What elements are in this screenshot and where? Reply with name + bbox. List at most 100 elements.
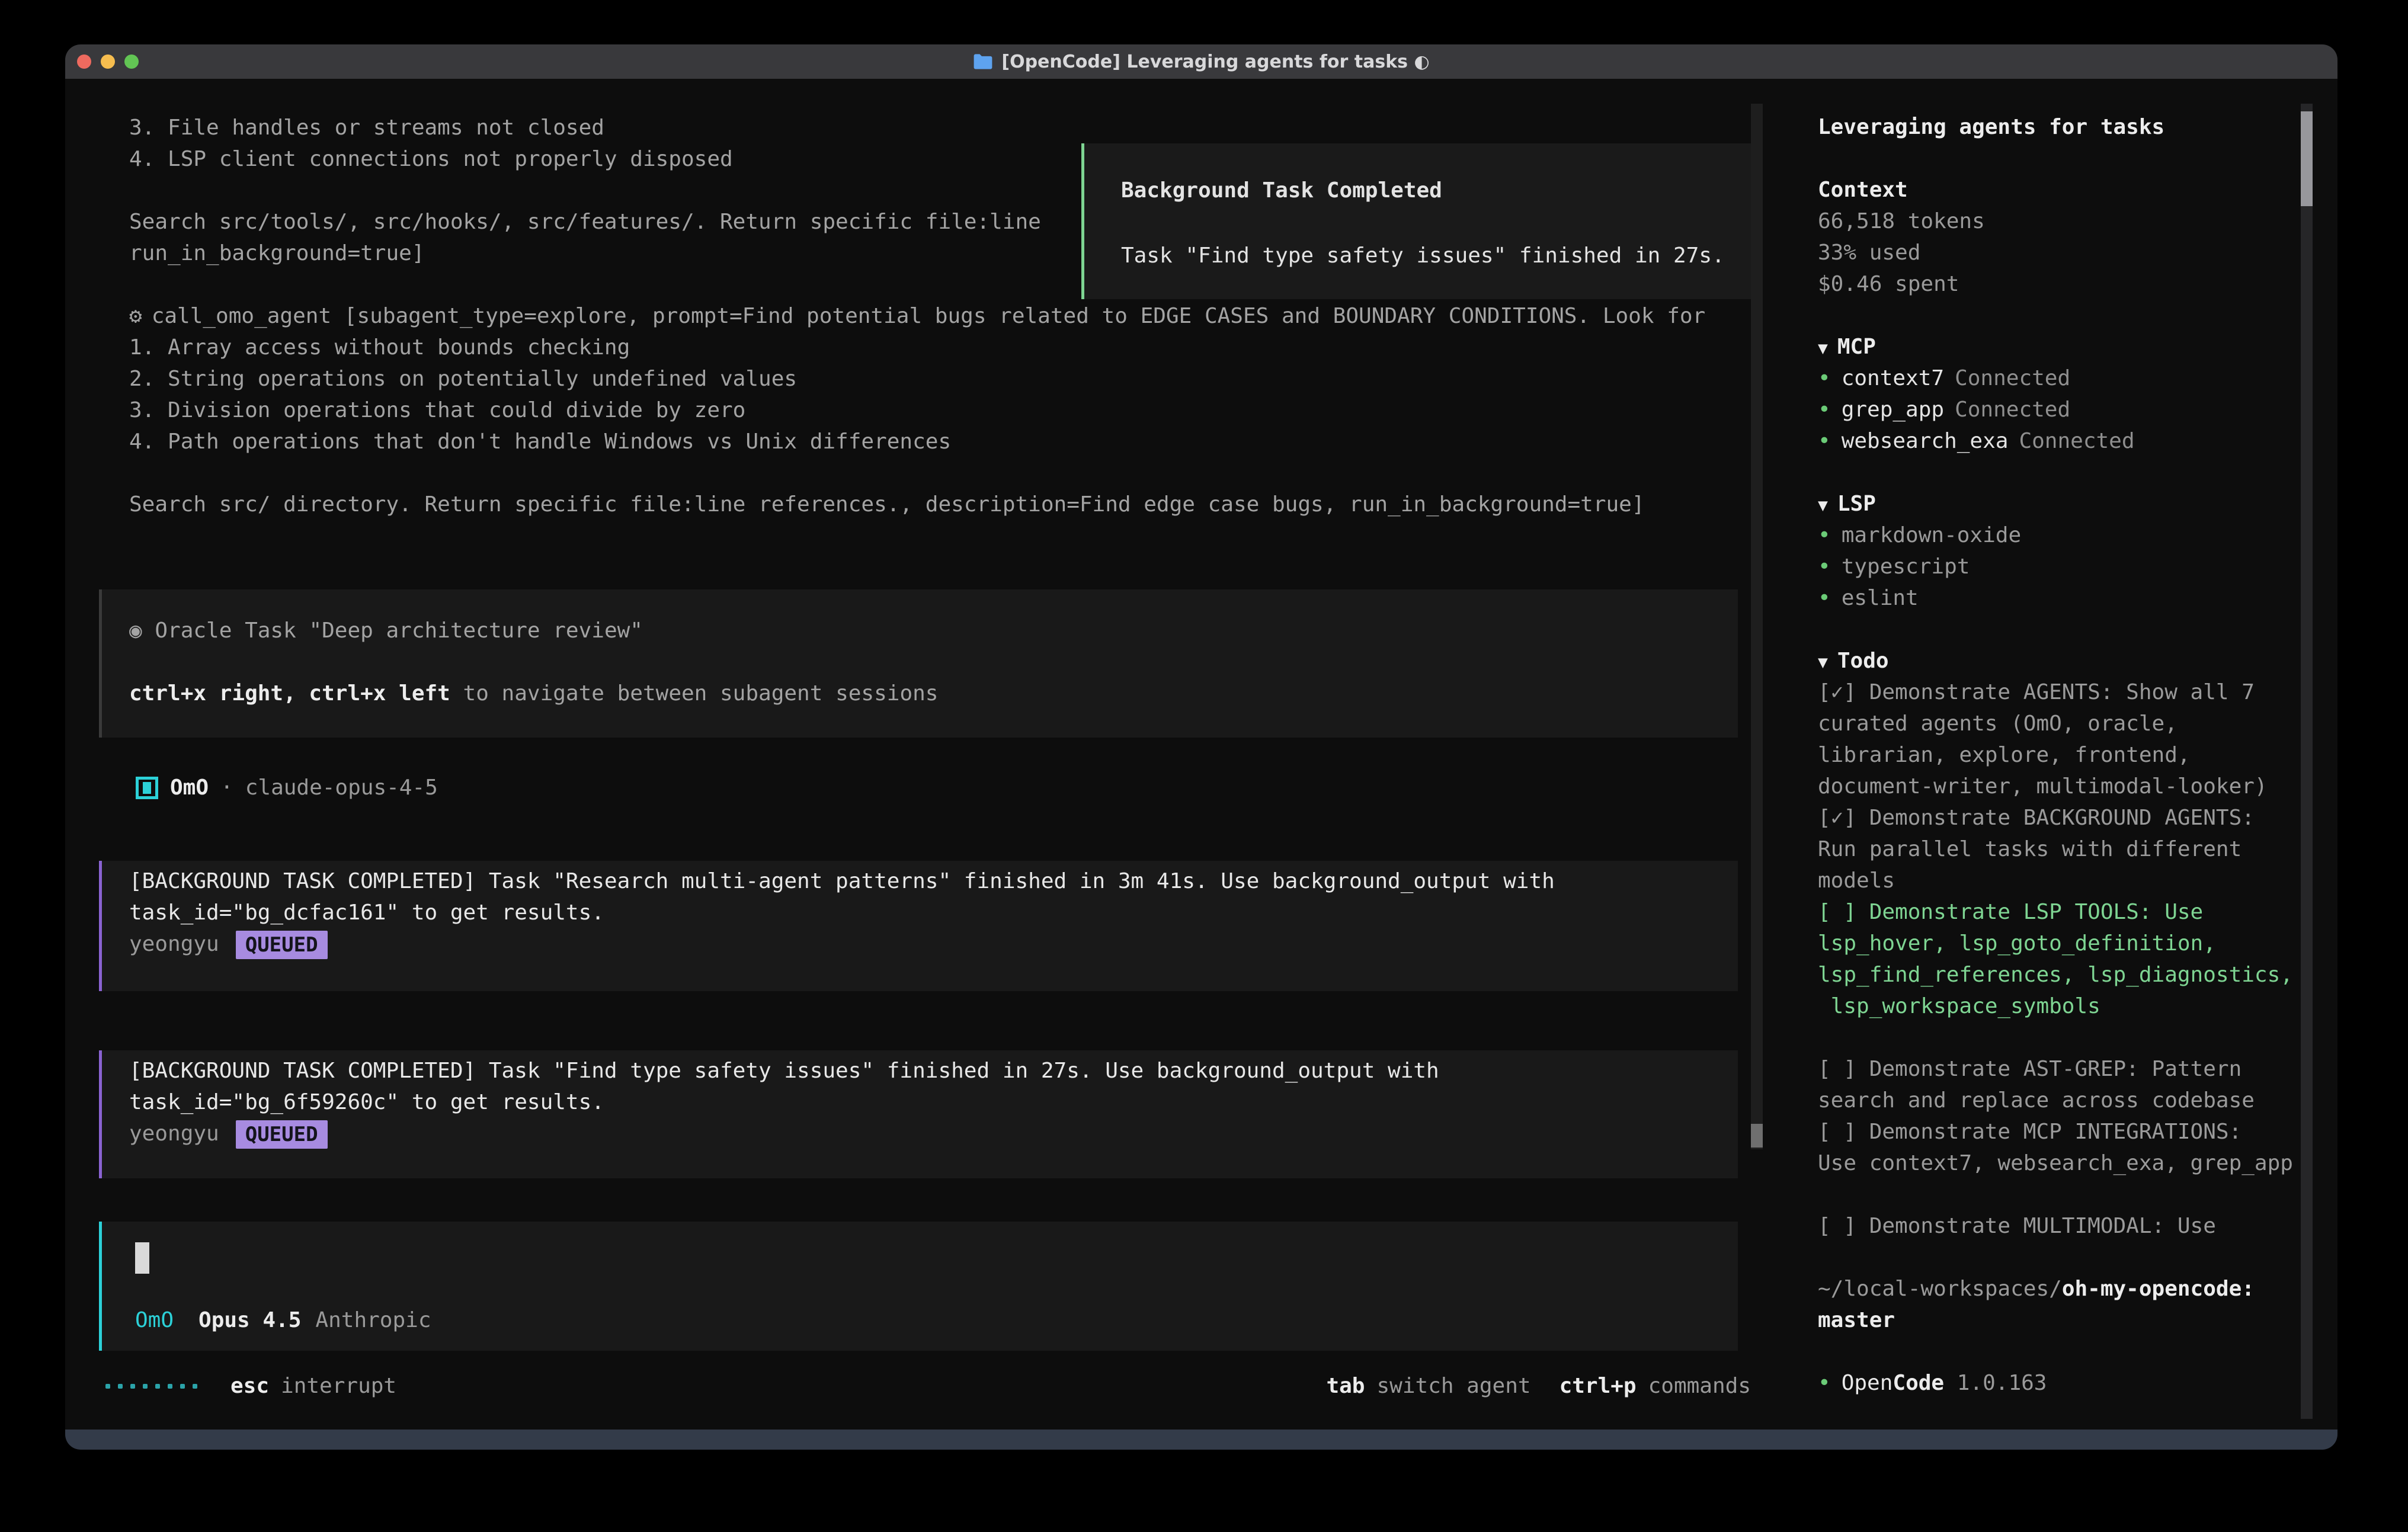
zoom-button[interactable] (124, 55, 139, 69)
text-cursor (135, 1242, 149, 1274)
chevron-down-icon: ▼ (1818, 495, 1828, 515)
lsp-item: •markdown-oxide (1818, 520, 2316, 551)
status-dot-icon: • (1818, 555, 1831, 579)
desktop: { "titlebar": {"title": "[OpenCode] Leve… (0, 0, 2408, 1532)
terminal-line: 3. Division operations that could divide… (129, 395, 1705, 426)
task-message-line: task_id="bg_6f59260c" to get results. (129, 1086, 1738, 1118)
todo-item-active: lsp_workspace_symbols (1818, 991, 2316, 1022)
status-dot-icon: • (1818, 1371, 1831, 1395)
sidebar-scrollbar-track[interactable] (2301, 104, 2313, 1419)
version-line: •OpenCode 1.0.163 (1818, 1367, 2316, 1399)
tab-hint: tab switch agent (1326, 1374, 1530, 1398)
opencode-terminal-window: [OpenCode] Leveraging agents for tasks ◐… (65, 44, 2337, 1450)
separator-dot: · (220, 774, 233, 802)
task-message-meta: yeongyu QUEUED (129, 1118, 1738, 1149)
lsp-item: •eslint (1818, 582, 2316, 614)
lsp-item: •typescript (1818, 551, 2316, 582)
agent-icon (136, 777, 158, 799)
context-used: 33% used (1818, 237, 2316, 268)
oracle-task-title: ◉ Oracle Task "Deep architecture review" (129, 615, 1738, 646)
commands-hint: ctrl+p commands (1560, 1374, 1751, 1398)
status-dot-icon: • (1818, 398, 1831, 422)
todo-item-done: librarian, explore, frontend, (1818, 739, 2316, 771)
terminal-line: 1. Array access without bounds checking (129, 332, 1705, 363)
task-author: yeongyu (129, 1121, 219, 1146)
tab-key: tab (1326, 1374, 1365, 1398)
folder-icon (973, 53, 993, 70)
hint-shortcuts: ctrl+x right, ctrl+x left (129, 681, 450, 706)
active-model-label: Opus 4.5 (198, 1305, 301, 1336)
traffic-lights (77, 44, 139, 79)
active-agent-label: OmO (135, 1305, 174, 1336)
status-dot-icon: • (1818, 523, 1831, 547)
task-author: yeongyu (129, 932, 219, 956)
tool-call-text: call_omo_agent [subagent_type=explore, p… (152, 304, 1706, 328)
mcp-item: •websearch_exaConnected (1818, 425, 2316, 457)
terminal-line: 4. Path operations that don't handle Win… (129, 426, 1705, 457)
main-scrollbar-thumb[interactable] (1751, 1124, 1763, 1148)
mcp-item: •grep_appConnected (1818, 394, 2316, 425)
todo-item-done: [✓] Demonstrate BACKGROUND AGENTS: (1818, 802, 2316, 834)
provider-label: Anthropic (315, 1305, 431, 1336)
chevron-down-icon: ▼ (1818, 338, 1828, 358)
esc-label: interrupt (281, 1374, 396, 1398)
minimize-button[interactable] (101, 55, 115, 69)
task-message-line: [BACKGROUND TASK COMPLETED] Task "Find t… (129, 1055, 1738, 1086)
todo-item-done: [✓] Demonstrate AGENTS: Show all 7 (1818, 677, 2316, 708)
todo-item-done: models (1818, 865, 2316, 896)
background-task-message: [BACKGROUND TASK COMPLETED] Task "Find t… (99, 1050, 1738, 1178)
context-heading: Context (1818, 174, 2316, 206)
agent-model: claude-opus-4-5 (245, 774, 438, 802)
agent-session-header: OmO · claude-opus-4-5 (136, 774, 438, 802)
queued-badge: QUEUED (236, 1120, 328, 1149)
sidebar-scrollbar-thumb[interactable] (2301, 111, 2313, 206)
record-icon: ◉ (129, 618, 142, 643)
workspace-path: ~/local-workspaces/oh-my-opencode: (1818, 1273, 2316, 1305)
esc-hint: esc interrupt (230, 1374, 396, 1398)
ctrl-p-key: ctrl+p (1560, 1374, 1637, 1398)
background-task-toast: Background Task Completed Task "Find typ… (1081, 143, 1755, 299)
terminal-line: 2. String operations on potentially unde… (129, 363, 1705, 395)
oracle-hint: ctrl+x right, ctrl+x left to navigate be… (129, 678, 1738, 709)
todo-item-pending: Use context7, websearch_exa, grep_app (1818, 1148, 2316, 1179)
todo-item-active: lsp_find_references, lsp_diagnostics, (1818, 959, 2316, 991)
gear-icon: ⚙ (129, 304, 142, 328)
window-titlebar[interactable]: [OpenCode] Leveraging agents for tasks ◐ (65, 44, 2337, 79)
git-branch: master (1818, 1305, 2316, 1336)
terminal-line (129, 457, 1705, 489)
task-message-meta: yeongyu QUEUED (129, 928, 1738, 960)
terminal-line: Search src/ directory. Return specific f… (129, 489, 1705, 520)
context-spent: $0.46 spent (1818, 268, 2316, 300)
task-message-line: task_id="bg_dcfac161" to get results. (129, 897, 1738, 928)
status-bar: esc interrupt tab switch agent ctrl+p co… (105, 1370, 1751, 1402)
background-task-message: [BACKGROUND TASK COMPLETED] Task "Resear… (99, 861, 1738, 991)
todo-item-active: lsp_hover, lsp_goto_definition, (1818, 928, 2316, 959)
agent-name: OmO (170, 774, 209, 802)
oracle-task-box: ◉ Oracle Task "Deep architecture review"… (99, 589, 1738, 738)
input-meta: OmO Opus 4.5 Anthropic (135, 1305, 431, 1336)
prompt-input[interactable]: OmO Opus 4.5 Anthropic (99, 1222, 1738, 1351)
todo-item-pending: [ ] Demonstrate AST-GREP: Pattern (1818, 1053, 2316, 1085)
context-tokens: 66,518 tokens (1818, 206, 2316, 237)
close-button[interactable] (77, 55, 91, 69)
toast-title: Background Task Completed (1121, 175, 1752, 206)
toast-body: Task "Find type safety issues" finished … (1121, 240, 1752, 271)
status-dot-icon: • (1818, 586, 1831, 610)
version-number: 1.0.163 (1944, 1371, 2047, 1395)
esc-key: esc (230, 1374, 269, 1398)
lsp-section-header[interactable]: ▼LSP (1818, 488, 2316, 520)
todo-section-header[interactable]: ▼Todo (1818, 645, 2316, 677)
queued-badge: QUEUED (236, 931, 328, 959)
todo-item-active: [ ] Demonstrate LSP TOOLS: Use (1818, 896, 2316, 928)
tab-label: switch agent (1376, 1374, 1530, 1398)
session-title: Leveraging agents for tasks (1818, 111, 2316, 143)
task-message-line: [BACKGROUND TASK COMPLETED] Task "Resear… (129, 866, 1738, 897)
todo-item-pending: search and replace across codebase (1818, 1085, 2316, 1116)
mcp-section-header[interactable]: ▼MCP (1818, 331, 2316, 363)
chevron-down-icon: ▼ (1818, 652, 1828, 672)
tool-call-line: ⚙ call_omo_agent [subagent_type=explore, … (129, 300, 1705, 332)
main-scrollbar-track[interactable] (1751, 104, 1763, 1149)
todo-item-pending: [ ] Demonstrate MCP INTEGRATIONS: (1818, 1116, 2316, 1148)
todo-item-done: document-writer, multimodal-looker) (1818, 771, 2316, 802)
status-dot-icon: • (1818, 429, 1831, 453)
